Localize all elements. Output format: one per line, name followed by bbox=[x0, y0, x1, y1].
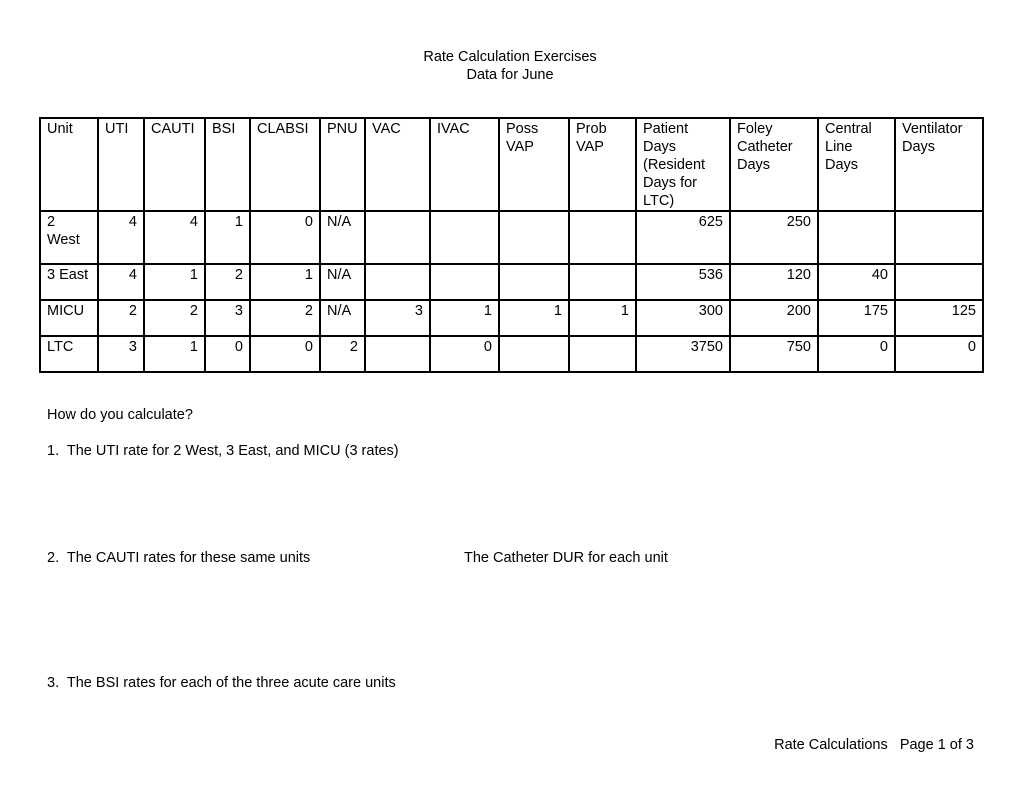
document-subtitle: Data for June bbox=[466, 67, 554, 83]
table-cell: 40 bbox=[817, 263, 896, 301]
unit-cell: MICU bbox=[39, 299, 99, 337]
table-cell: 2 bbox=[249, 299, 321, 337]
column-header: Central Line Days bbox=[817, 117, 896, 212]
table-cell: 625 bbox=[635, 210, 731, 265]
table-cell: 536 bbox=[635, 263, 731, 301]
table-cell: 120 bbox=[729, 263, 819, 301]
table-cell: 1 bbox=[204, 210, 251, 265]
table-cell: 1 bbox=[498, 299, 570, 337]
unit-cell: 2 West bbox=[39, 210, 99, 265]
table-cell: 2 bbox=[143, 299, 206, 337]
table-cell: 1 bbox=[143, 263, 206, 301]
table-cell: 3 bbox=[204, 299, 251, 337]
table-cell: 1 bbox=[143, 335, 206, 373]
table-cell: 0 bbox=[817, 335, 896, 373]
table-cell: 4 bbox=[97, 210, 145, 265]
column-header: Foley Catheter Days bbox=[729, 117, 819, 212]
table-cell bbox=[364, 335, 431, 373]
table-cell bbox=[429, 263, 500, 301]
column-header: BSI bbox=[204, 117, 251, 212]
table-cell bbox=[498, 210, 570, 265]
unit-cell: LTC bbox=[39, 335, 99, 373]
column-header: PNU bbox=[319, 117, 366, 212]
table-cell: 0 bbox=[894, 335, 984, 373]
table-cell: 300 bbox=[635, 299, 731, 337]
question-2: 2. The CAUTI rates for these same units bbox=[47, 550, 311, 566]
column-header: Poss VAP bbox=[498, 117, 570, 212]
table-cell: 125 bbox=[894, 299, 984, 337]
table-row: 3 East 4 1 2 1 N/A 536 120 40 bbox=[39, 263, 984, 301]
table-cell: 0 bbox=[249, 210, 321, 265]
table-cell bbox=[364, 210, 431, 265]
table-cell: N/A bbox=[319, 210, 366, 265]
unit-cell: 3 East bbox=[39, 263, 99, 301]
table-cell: 2 bbox=[204, 263, 251, 301]
table-cell: 1 bbox=[568, 299, 637, 337]
question-intro: How do you calculate? bbox=[47, 407, 193, 423]
table-cell bbox=[498, 335, 570, 373]
question-1: 1. The UTI rate for 2 West, 3 East, and … bbox=[47, 443, 399, 459]
table-cell bbox=[568, 335, 637, 373]
table-cell bbox=[817, 210, 896, 265]
table-cell: 4 bbox=[143, 210, 206, 265]
table-cell bbox=[894, 263, 984, 301]
table-cell bbox=[429, 210, 500, 265]
table-cell: 175 bbox=[817, 299, 896, 337]
column-header: UTI bbox=[97, 117, 145, 212]
column-header: CAUTI bbox=[143, 117, 206, 212]
infection-data-table: Unit UTI CAUTI BSI CLABSI PNU VAC IVAC Poss VAP P… bbox=[39, 117, 984, 373]
table-cell: N/A bbox=[319, 263, 366, 301]
table-header-row: Unit UTI CAUTI BSI CLABSI PNU VAC IVAC Poss VAP P… bbox=[39, 117, 984, 212]
column-header: Prob VAP bbox=[568, 117, 637, 212]
question-3: 3. The BSI rates for each of the three a… bbox=[47, 675, 396, 691]
table-cell bbox=[364, 263, 431, 301]
table-cell bbox=[498, 263, 570, 301]
table-cell: 1 bbox=[249, 263, 321, 301]
table-cell: 0 bbox=[429, 335, 500, 373]
table-row: 2 West 4 4 1 0 N/A 625 250 bbox=[39, 210, 984, 265]
column-header: Patient Days (Resident Days for LTC) bbox=[635, 117, 731, 212]
table-cell: 750 bbox=[729, 335, 819, 373]
column-header: IVAC bbox=[429, 117, 500, 212]
document-title: Rate Calculation Exercises bbox=[423, 49, 597, 65]
table-cell: 3 bbox=[97, 335, 145, 373]
table-cell: 3 bbox=[364, 299, 431, 337]
column-header: VAC bbox=[364, 117, 431, 212]
table-cell bbox=[568, 263, 637, 301]
column-header: Unit bbox=[39, 117, 99, 212]
table-cell bbox=[568, 210, 637, 265]
table-cell: 4 bbox=[97, 263, 145, 301]
table-cell: 2 bbox=[97, 299, 145, 337]
table-cell bbox=[894, 210, 984, 265]
column-header: CLABSI bbox=[249, 117, 321, 212]
table-row: MICU 2 2 3 2 N/A 3 1 1 1 300 200 175 125 bbox=[39, 299, 984, 337]
table-cell: 0 bbox=[249, 335, 321, 373]
table-cell: 3750 bbox=[635, 335, 731, 373]
table-cell: 200 bbox=[729, 299, 819, 337]
table-cell: 2 bbox=[319, 335, 366, 373]
table-cell: N/A bbox=[319, 299, 366, 337]
table-cell: 250 bbox=[729, 210, 819, 265]
table-row: LTC 3 1 0 0 2 0 3750 750 0 0 bbox=[39, 335, 984, 373]
column-header: Ventilator Days bbox=[894, 117, 984, 212]
table-cell: 0 bbox=[204, 335, 251, 373]
table-cell: 1 bbox=[429, 299, 500, 337]
page-footer: Rate Calculations Page 1 of 3 bbox=[774, 737, 974, 753]
question-2-catheter-dur: The Catheter DUR for each unit bbox=[464, 550, 668, 566]
